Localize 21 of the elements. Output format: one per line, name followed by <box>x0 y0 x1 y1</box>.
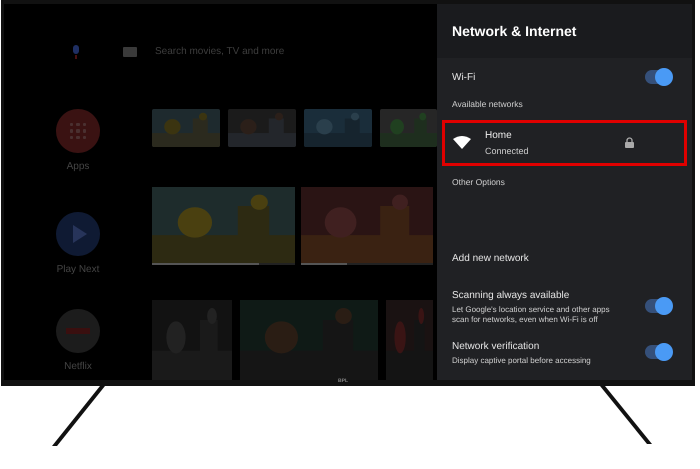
network-item[interactable]: Home Connected <box>442 120 687 166</box>
netflix-icon[interactable] <box>56 309 100 353</box>
panel-title: Network & Internet <box>452 22 576 40</box>
keyboard-icon[interactable] <box>123 46 137 56</box>
setting-label[interactable]: Network verification <box>452 338 627 354</box>
setting-description: Display captive portal before accessing <box>452 356 592 366</box>
wifi-icon <box>453 136 471 150</box>
microphone-icon[interactable] <box>72 44 80 58</box>
apps-icon[interactable] <box>56 109 100 153</box>
setting-label[interactable]: Scanning always available <box>452 288 627 302</box>
toggle-switch[interactable] <box>645 70 671 84</box>
section-heading: Other Options <box>451 176 506 188</box>
menu-item[interactable]: Add new network <box>452 250 677 266</box>
play-icon[interactable] <box>56 212 100 256</box>
network-name: Home <box>485 128 513 142</box>
setting-description: Let Google's location service and other apps scan for networks, even when Wi-Fi is off <box>452 304 611 324</box>
toggle-switch[interactable] <box>645 299 671 313</box>
section-heading: Available networks <box>451 98 524 111</box>
network-status: Connected <box>485 144 530 158</box>
toggle-switch[interactable] <box>645 345 671 359</box>
setting-label[interactable]: Wi-Fi <box>452 70 476 84</box>
